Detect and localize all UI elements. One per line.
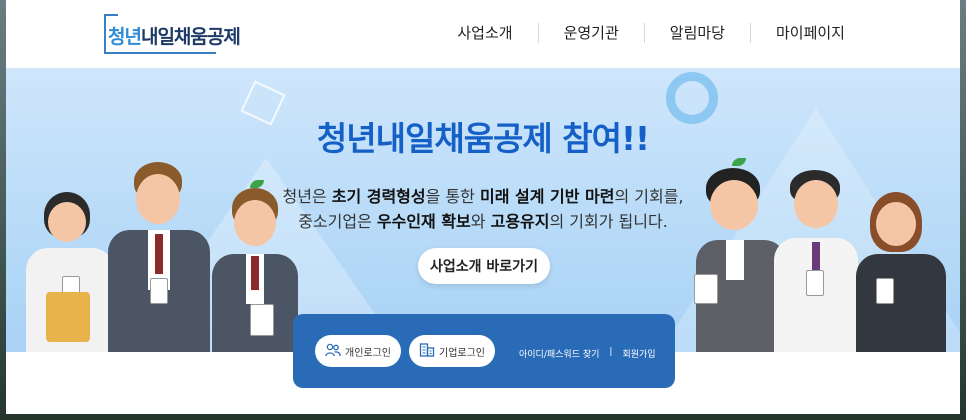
sign-up-link[interactable]: 회원가입 [622,347,655,360]
nav-item-mypage[interactable]: 마이페이지 [751,22,870,43]
business-intro-button[interactable]: 사업소개 바로가기 [418,248,550,284]
site-header: 청년내일채움공제 사업소개 운영기관 알림마당 마이페이지 [6,0,960,68]
hero-description-line-1: 청년은 초기 경력형성을 통한 미래 설계 기반 마련의 기회를, [282,187,684,206]
login-panel: 개인로그인 기업로그인 아이디/패스워드 찾기 | 회원가입 [293,314,675,388]
logo-text: 청년내일채움공제 [108,26,241,48]
site-logo[interactable]: 청년내일채움공제 [104,14,241,54]
page-frame: 청년내일채움공제 사업소개 운영기관 알림마당 마이페이지 청년내일채움공제 참… [6,0,960,414]
hero-description-line-2: 중소기업은 우수인재 확보와 고용유지의 기회가 됩니다. [298,212,668,231]
link-divider: | [609,347,613,357]
building-icon [419,342,435,360]
hero-description: 청년은 초기 경력형성을 통한 미래 설계 기반 마련의 기회를, 중소기업은 … [6,184,960,234]
personal-login-label: 개인로그인 [345,347,391,359]
login-links: 아이디/패스워드 찾기 | 회원가입 [519,347,656,360]
personal-login-button[interactable]: 개인로그인 [315,335,401,367]
company-login-button[interactable]: 기업로그인 [409,335,495,367]
nav-item-business-intro[interactable]: 사업소개 [432,22,537,43]
find-id-password-link[interactable]: 아이디/패스워드 찾기 [519,347,599,360]
main-nav: 사업소개 운영기관 알림마당 마이페이지 [432,22,870,43]
nav-item-notices[interactable]: 알림마당 [645,22,750,43]
company-login-label: 기업로그인 [439,347,485,359]
nav-item-operating-agency[interactable]: 운영기관 [539,22,644,43]
hero-banner: 청년내일채움공제 참여!! 청년은 초기 경력형성을 통한 미래 설계 기반 마… [6,68,960,352]
hero-title: 청년내일채움공제 참여!! [316,119,650,158]
users-icon [325,343,341,360]
